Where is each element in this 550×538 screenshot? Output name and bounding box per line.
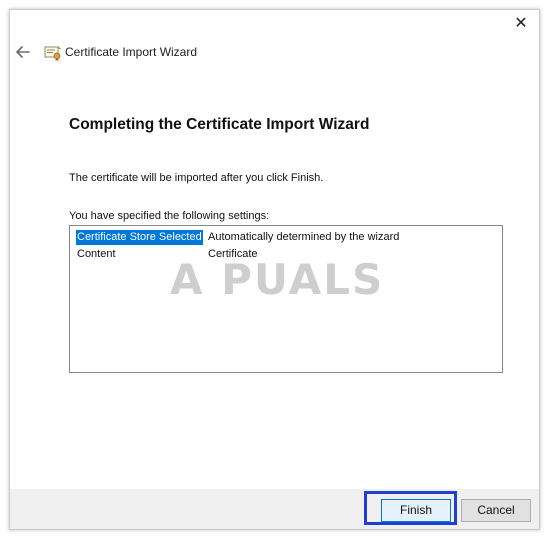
certificate-icon <box>44 46 61 61</box>
settings-label: You have specified the following setting… <box>69 210 270 222</box>
settings-key[interactable]: Content <box>76 247 117 262</box>
settings-key[interactable]: Certificate Store Selected <box>76 230 203 245</box>
settings-value: Certificate <box>208 248 258 260</box>
close-icon[interactable]: ✕ <box>511 14 531 34</box>
wizard-window: ✕ Certificate Import Wizard Completing t… <box>9 9 540 530</box>
settings-value: Automatically determined by the wizard <box>208 231 400 243</box>
cancel-button[interactable]: Cancel <box>461 499 531 522</box>
back-arrow-icon[interactable] <box>14 43 32 61</box>
page-heading: Completing the Certificate Import Wizard <box>69 116 370 133</box>
info-text: The certificate will be imported after y… <box>69 172 324 184</box>
button-bar: Finish Cancel <box>10 489 539 529</box>
screenshot-background: ✕ Certificate Import Wizard Completing t… <box>0 0 550 538</box>
settings-list[interactable]: Certificate Store Selected Automatically… <box>69 225 503 373</box>
finish-highlight-box <box>364 491 457 525</box>
window-title: Certificate Import Wizard <box>65 45 198 59</box>
